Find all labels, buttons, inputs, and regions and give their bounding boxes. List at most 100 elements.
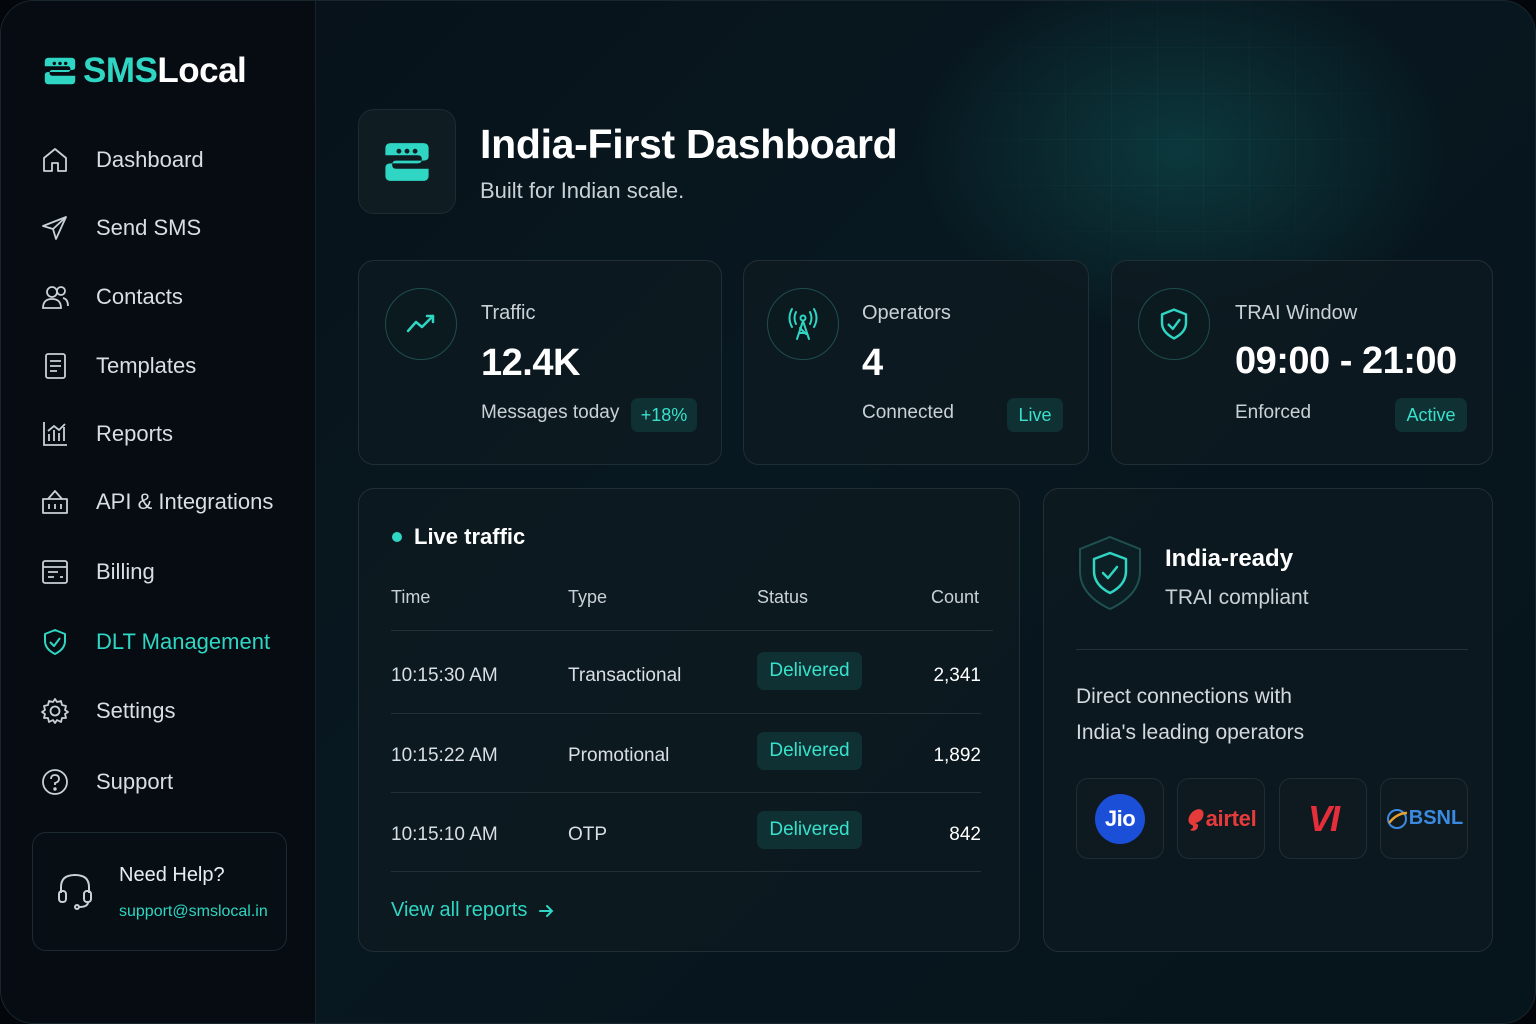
trend-up-icon [385,288,457,360]
page-subtitle: Built for Indian scale. [480,178,685,203]
operator-name: BSNL [1408,807,1464,829]
brand-name-sms: SMS [83,51,158,90]
table-divider [391,713,981,714]
live-traffic-panel: Live traffic Time Type Status Count 10:1… [358,488,1020,952]
sidebar-item-label: DLT Management [96,629,271,654]
column-header-status[interactable]: Status [757,587,808,608]
sidebar-item-billing[interactable]: Billing [1,547,316,597]
operator-vi-logo: VI [1279,778,1367,859]
sidebar-item-label: API & Integrations [96,489,274,514]
sidebar-item-label: Reports [96,421,174,446]
india-ready-panel: India-ready TRAI compliant Direct connec… [1043,488,1493,952]
sidebar-item-templates[interactable]: Templates [1,341,316,391]
help-circle-icon [39,766,71,798]
brand-logo[interactable]: SMSLocal [41,51,247,91]
status-badge: Active [1395,398,1467,432]
column-header-time[interactable]: Time [391,587,430,608]
india-ready-subtitle: TRAI compliant [1165,586,1309,609]
column-header-type[interactable]: Type [568,587,607,608]
operator-name: Jio [1095,793,1145,844]
sidebar-item-label: Support [96,769,174,794]
stat-value: 12.4K [481,342,580,384]
sidebar-item-label: Send SMS [96,215,202,240]
view-all-reports-label: View all reports [391,899,528,921]
cell-type: Promotional [568,745,670,766]
api-basket-icon [39,486,71,518]
sidebar: SMSLocal Dashboard Send SMS Contacts Tem… [1,1,316,1023]
antenna-icon [767,288,839,360]
help-title: Need Help? [119,864,225,886]
sidebar-item-label: Contacts [96,284,183,309]
app-frame: SMSLocal Dashboard Send SMS Contacts Tem… [0,0,1536,1024]
brand-mark-icon [44,57,76,85]
cell-count: 1,892 [933,745,981,766]
shield-check-icon [1138,288,1210,360]
headset-icon [55,869,95,918]
document-icon [39,350,71,382]
users-icon [39,281,71,313]
stat-value: 09:00 - 21:00 [1235,340,1457,382]
stat-value: 4 [862,342,883,384]
stat-card-operators: Operators 4 Connected Live [743,260,1089,465]
stat-sub: Messages today [481,402,620,423]
divider [1076,649,1468,650]
brand-mark-icon [385,142,429,181]
stat-card-trai-window: TRAI Window 09:00 - 21:00 Enforced Activ… [1111,260,1493,465]
sidebar-item-send-sms[interactable]: Send SMS [1,203,316,253]
cell-time: 10:15:30 AM [391,665,498,686]
page-title: India-First Dashboard [480,121,898,167]
table-divider [391,630,993,631]
stat-label: TRAI Window [1235,302,1358,324]
brand-name-local: Local [157,51,247,90]
gear-icon [39,695,71,727]
live-indicator-dot [392,532,402,542]
operator-jio-logo: Jio [1076,778,1164,859]
table-row[interactable]: 10:15:30 AM Transactional Delivered 2,34… [359,647,1019,707]
operator-name: airtel [1205,805,1257,831]
arrow-right-icon [539,904,554,917]
cell-count: 2,341 [933,665,981,686]
sidebar-item-label: Templates [96,353,197,378]
cell-count: 842 [949,824,981,845]
sidebar-item-reports[interactable]: Reports [1,409,316,459]
help-card[interactable]: Need Help? support@smslocal.in [32,832,287,951]
shield-check-icon [1074,533,1146,618]
shield-check-icon [39,626,71,658]
bsnl-globe-icon [1386,808,1407,829]
billing-icon [39,556,71,588]
view-all-reports-link[interactable]: View all reports [391,899,555,922]
status-badge: Delivered [757,811,862,849]
sidebar-item-dashboard[interactable]: Dashboard [1,135,316,185]
cell-type: Transactional [568,665,682,686]
status-badge: Delivered [757,652,862,690]
sidebar-item-label: Settings [96,698,176,723]
stat-label: Traffic [481,302,536,324]
stat-sub: Enforced [1235,402,1312,423]
status-badge: Live [1007,398,1063,432]
india-ready-title: India-ready [1165,545,1294,572]
table-divider [391,792,981,793]
sidebar-item-api-integrations[interactable]: API & Integrations [1,477,316,527]
status-badge: Delivered [757,732,862,770]
cell-time: 10:15:10 AM [391,824,498,845]
operator-name: VI [1307,797,1340,839]
panel-title: Live traffic [414,524,526,549]
operator-airtel-logo: airtel [1177,778,1265,859]
table-divider [391,871,981,872]
operators-description-line: Direct connections with [1076,685,1292,708]
support-email-link[interactable]: support@smslocal.in [119,903,268,921]
operator-bsnl-logo: BSNL [1380,778,1468,859]
operators-description-line: India's leading operators [1076,721,1305,744]
sidebar-item-label: Dashboard [96,147,204,172]
sidebar-item-contacts[interactable]: Contacts [1,272,316,322]
column-header-count[interactable]: Count [931,587,979,608]
table-row[interactable]: 10:15:10 AM OTP Delivered 842 [359,806,1019,866]
sidebar-item-support[interactable]: Support [1,757,316,807]
home-icon [39,144,71,176]
header-logo [358,109,456,214]
sidebar-item-settings[interactable]: Settings [1,686,316,736]
table-row[interactable]: 10:15:22 AM Promotional Delivered 1,892 [359,727,1019,787]
sidebar-item-dlt-management[interactable]: DLT Management [1,617,316,667]
airtel-swirl-icon [1188,808,1204,831]
operators-description: Direct connections with India's leading … [1076,679,1436,751]
